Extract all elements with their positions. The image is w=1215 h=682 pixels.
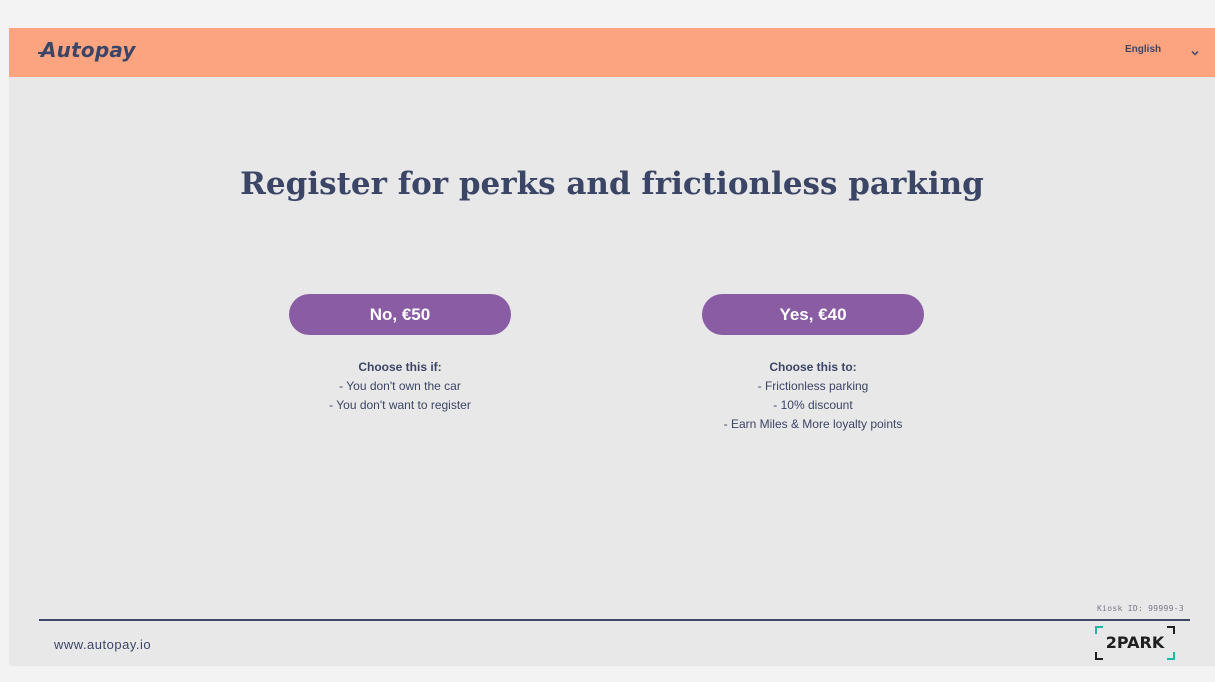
yes-option-description: Choose this to: - Frictionless parking -… [663, 358, 963, 434]
2park-logo-text: 2PARK [1105, 633, 1165, 652]
yes-option-line: - 10% discount [773, 398, 853, 412]
kiosk-id: Kiosk ID: 99999-3 [1097, 604, 1184, 613]
yes-option-button[interactable]: Yes, €40 [702, 294, 924, 335]
autopay-logo: Autopay [38, 38, 136, 62]
logo-mark [38, 52, 52, 54]
no-option-line: - You don't want to register [329, 398, 471, 412]
yes-option-line: - Frictionless parking [757, 379, 869, 393]
2park-logo: 2PARK [1095, 626, 1175, 660]
page-title: Register for perks and frictionless park… [240, 166, 984, 202]
language-selector[interactable]: English [1125, 44, 1200, 56]
no-option-heading: Choose this if: [358, 360, 442, 374]
logo-corner [1095, 652, 1103, 660]
header-bar: Autopay English [9, 28, 1215, 77]
yes-option-line: - Earn Miles & More loyalty points [723, 417, 903, 431]
no-option-line: - You don't own the car [339, 379, 461, 393]
chevron-down-icon [1190, 45, 1200, 56]
logo-text: Autopay [41, 38, 136, 62]
footer-divider [39, 619, 1190, 621]
kiosk-screen: Autopay English Register for perks and f… [9, 28, 1215, 666]
no-option-description: Choose this if: - You don't own the car … [250, 358, 550, 415]
language-label: English [1125, 44, 1162, 55]
website-url: www.autopay.io [54, 637, 152, 652]
logo-corner [1167, 652, 1175, 660]
yes-option-heading: Choose this to: [769, 360, 857, 374]
no-option-button[interactable]: No, €50 [289, 294, 511, 335]
